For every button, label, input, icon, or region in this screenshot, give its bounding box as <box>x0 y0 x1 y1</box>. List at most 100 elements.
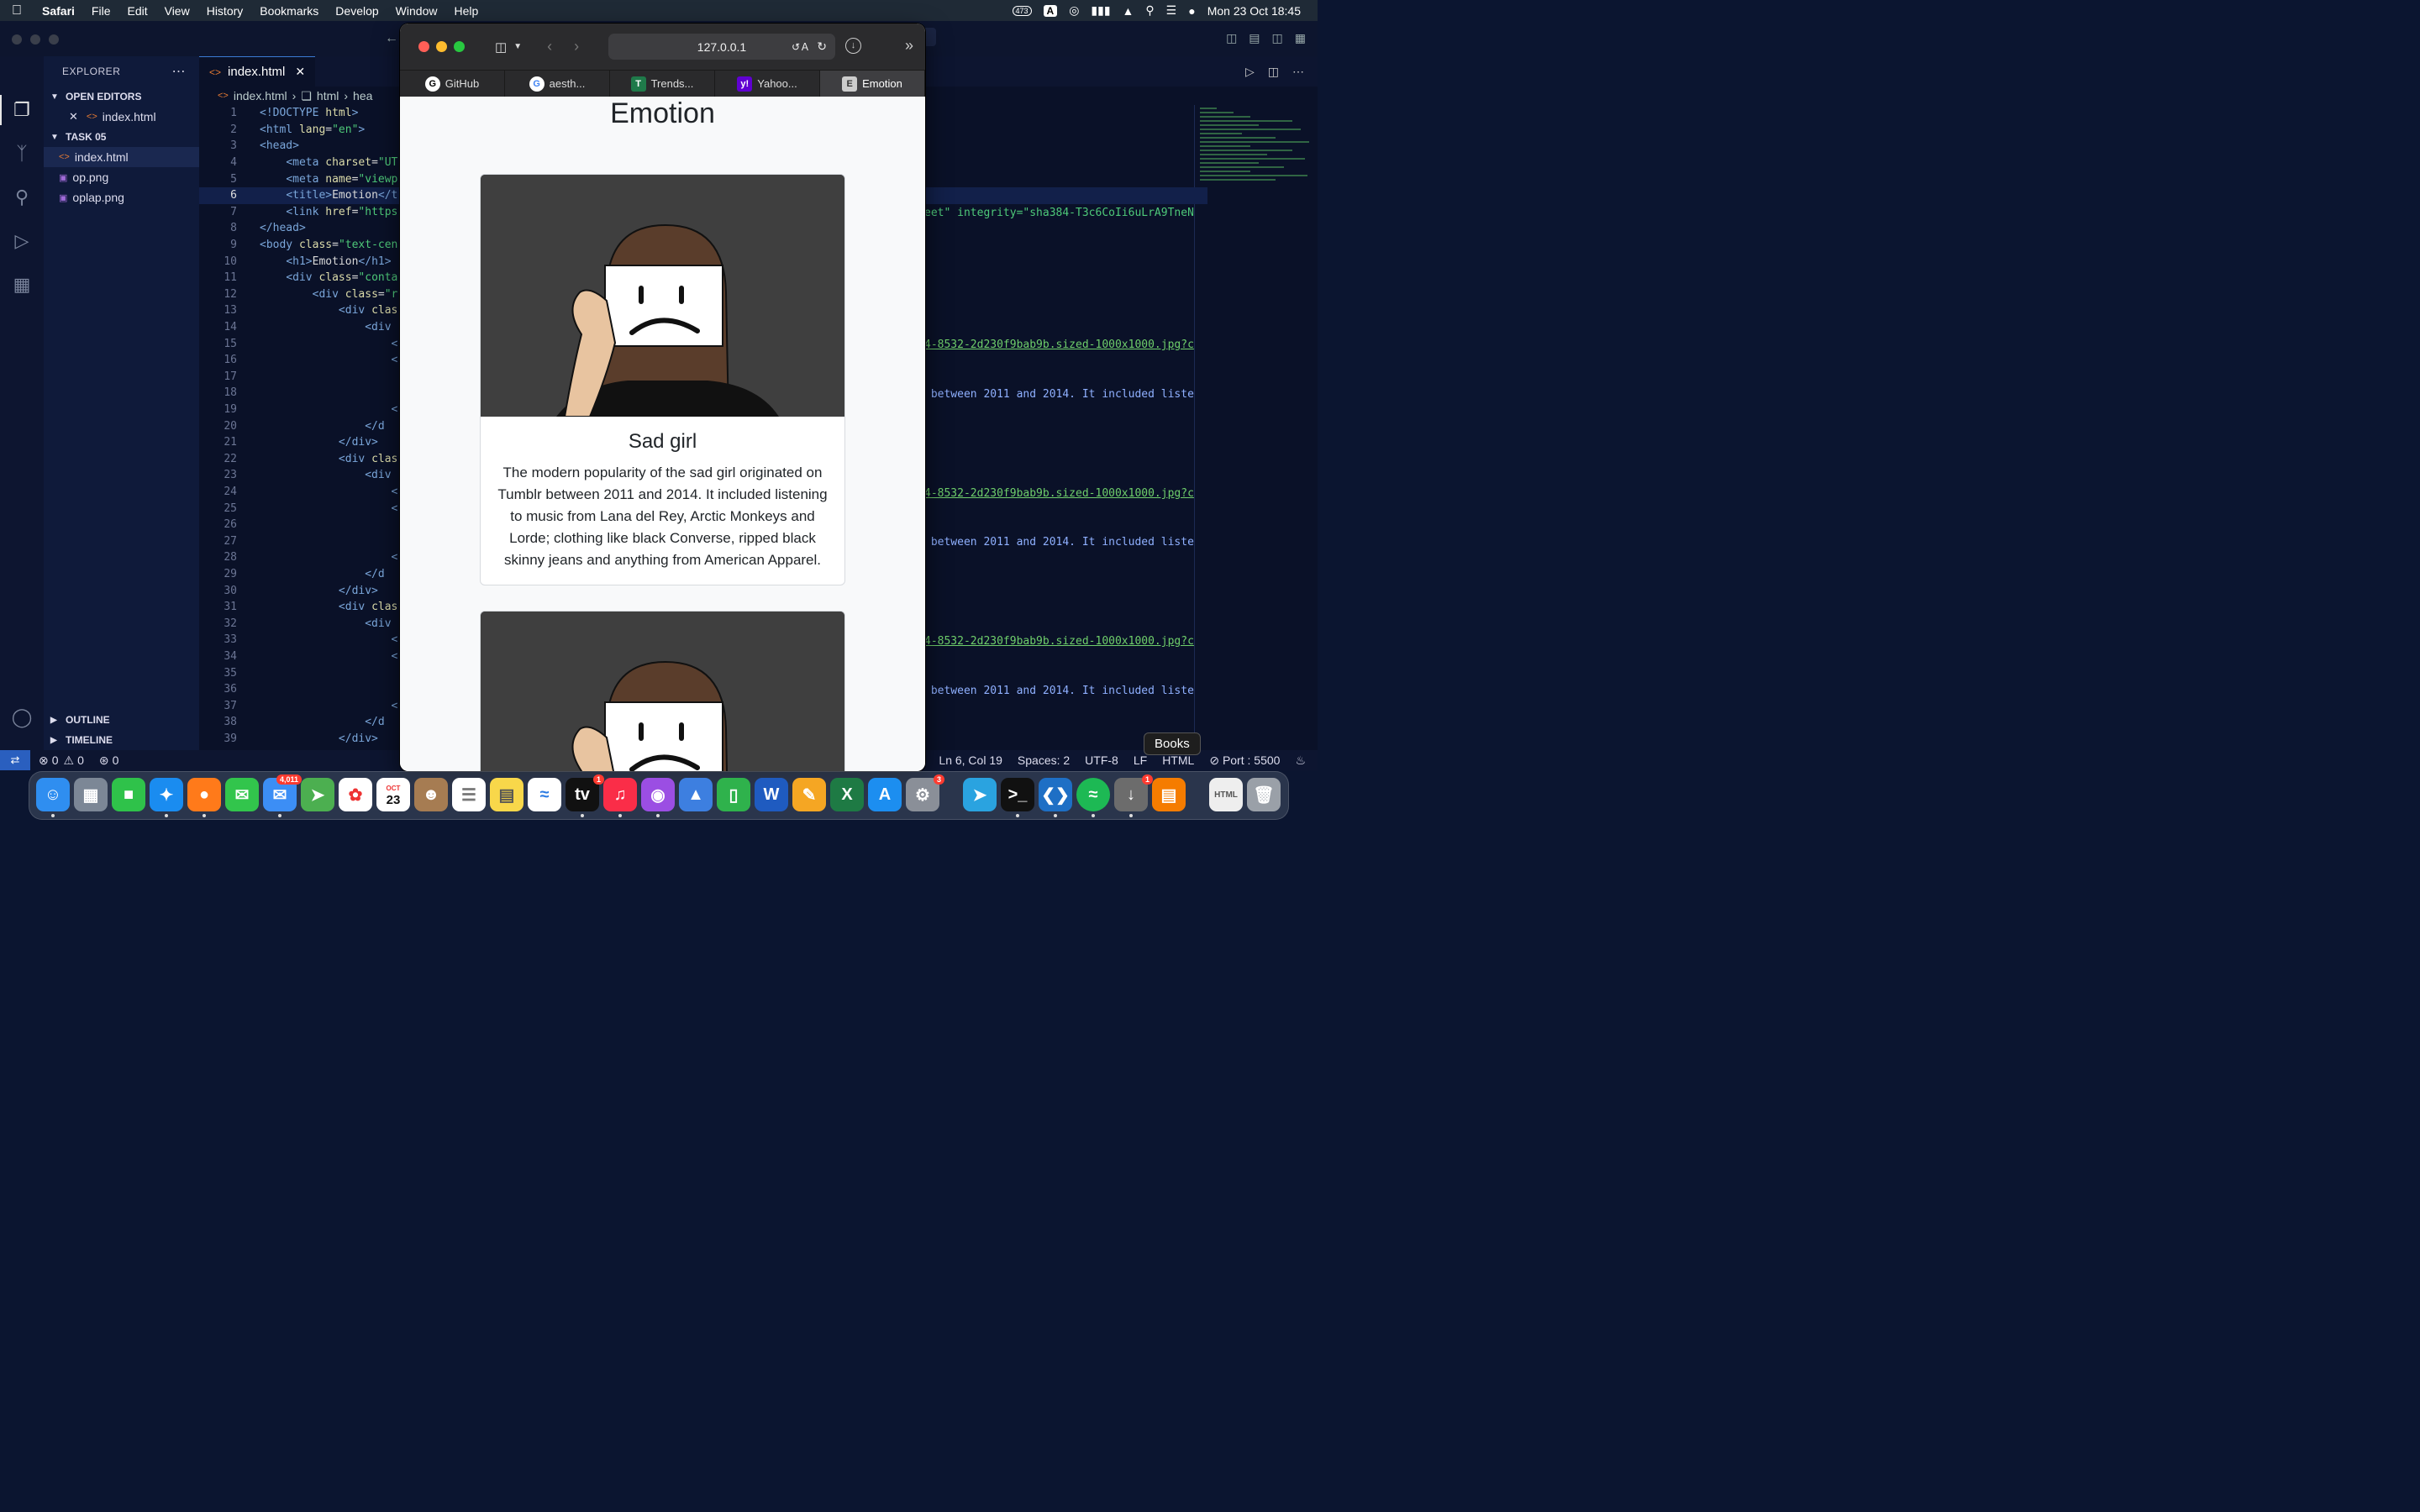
word-icon[interactable]: W <box>755 778 788 811</box>
menu-app-name[interactable]: Safari <box>34 4 83 18</box>
show-more-icon[interactable]: » <box>905 37 913 55</box>
url-snippet[interactable]: 4-8532-2d230f9bab9b.sized-1000x1000.jpg?… <box>924 487 1194 500</box>
source-control-icon[interactable]: ᛉ <box>10 142 34 165</box>
books-icon[interactable]: ▤ <box>1152 778 1186 811</box>
vscode-icon[interactable]: ❮❯ <box>1039 778 1072 817</box>
url-snippet[interactable]: 4-8532-2d230f9bab9b.sized-1000x1000.jpg?… <box>924 339 1194 351</box>
system-settings-icon[interactable]: ⚙ 3 <box>906 774 944 811</box>
live-server-port[interactable]: ⊘ Port : 5500 <box>1209 753 1280 768</box>
breadcrumb-file[interactable]: index.html <box>234 89 287 102</box>
breadcrumb-html[interactable]: html <box>317 89 339 102</box>
chevron-down-icon[interactable]: ▼ <box>513 42 522 51</box>
file-item-index[interactable]: <> index.html <box>44 147 199 167</box>
music-icon[interactable]: ♫ <box>603 778 637 817</box>
reload-icon[interactable]: ↻ <box>817 39 827 54</box>
customize-layout-icon[interactable]: ▦ <box>1295 31 1306 45</box>
open-editors-section[interactable]: ▼ OPEN EDITORS <box>44 87 199 107</box>
zoom-window-button[interactable] <box>454 41 465 52</box>
errors-icon[interactable]: ⊗ <box>39 753 49 768</box>
finder-icon[interactable]: ☺ <box>36 778 70 817</box>
notifications-bell-icon[interactable]: ♨ <box>1295 753 1306 768</box>
menu-develop[interactable]: Develop <box>327 4 387 18</box>
indentation[interactable]: Spaces: 2 <box>1018 753 1070 768</box>
tab-index-html[interactable]: <> index.html ✕ <box>199 56 316 87</box>
menu-window[interactable]: Window <box>387 4 446 18</box>
close-icon[interactable]: ✕ <box>69 110 78 123</box>
split-editor-icon[interactable]: ◫ <box>1268 65 1279 79</box>
apple-tv-icon[interactable]: tv 1 <box>566 774 604 817</box>
toggle-secondary-sidebar-icon[interactable]: ◫ <box>1272 31 1283 45</box>
menu-view[interactable]: View <box>156 4 198 18</box>
error-count[interactable]: 0 <box>52 753 59 767</box>
address-bar[interactable]: 127.0.0.1 ↺Ａ ↻ <box>608 34 835 60</box>
maps-icon[interactable]: ➤ <box>301 778 334 811</box>
calendar-icon[interactable]: OCT 23 <box>376 778 410 811</box>
podcasts-icon[interactable]: ◉ <box>641 778 675 817</box>
minimap[interactable] <box>1195 105 1318 256</box>
close-window-button[interactable] <box>12 34 22 45</box>
explorer-icon[interactable]: ❐ <box>10 98 34 122</box>
toggle-panel-icon[interactable]: ▤ <box>1249 31 1260 45</box>
wifi-icon[interactable]: ▲ <box>1123 4 1134 18</box>
keynote-icon[interactable]: ▲ <box>679 778 713 811</box>
sidebar-toggle-icon[interactable]: ◫ <box>495 39 507 55</box>
messages-icon[interactable]: ✉ <box>225 778 259 811</box>
more-actions-icon[interactable]: ⋯ <box>1292 65 1304 79</box>
language-mode[interactable]: HTML <box>1162 753 1194 768</box>
input-source-icon[interactable]: A <box>1043 4 1058 17</box>
folder-section[interactable]: ▼ TASK 05 <box>44 127 199 147</box>
minimize-window-button[interactable] <box>436 41 447 52</box>
airdrop-icon[interactable]: ◎ <box>1069 3 1079 18</box>
ports-icon[interactable]: ⊛ <box>99 753 109 768</box>
photos-icon[interactable]: ✿ <box>339 778 372 811</box>
menu-edit[interactable]: Edit <box>118 4 155 18</box>
encoding[interactable]: UTF-8 <box>1085 753 1118 768</box>
siri-icon[interactable]: ● <box>1188 4 1195 18</box>
forward-icon[interactable]: › <box>574 38 579 55</box>
command-center[interactable] <box>924 28 936 46</box>
menu-clock[interactable]: Mon 23 Oct 18:45 <box>1207 4 1301 18</box>
tab-trends[interactable]: T Trends... <box>610 71 715 97</box>
control-center-icon[interactable]: ☰ <box>1166 3 1177 18</box>
trash-icon[interactable]: 🗑 <box>1247 778 1281 811</box>
extensions-icon[interactable]: ▦ <box>10 273 34 297</box>
ports-count[interactable]: 0 <box>113 753 119 767</box>
zoom-window-button[interactable] <box>49 34 59 45</box>
menu-help[interactable]: Help <box>445 4 487 18</box>
menu-bookmarks[interactable]: Bookmarks <box>251 4 327 18</box>
downloads-icon[interactable]: ↓ <box>845 38 861 54</box>
run-debug-icon[interactable]: ▷ <box>10 229 34 253</box>
url-snippet[interactable]: 4-8532-2d230f9bab9b.sized-1000x1000.jpg?… <box>924 635 1194 648</box>
translate-icon[interactable]: ↺Ａ <box>792 39 810 54</box>
file-item-oplap[interactable]: ▣ oplap.png <box>44 187 199 207</box>
open-editor-item[interactable]: ✕ <> index.html <box>44 107 199 127</box>
search-icon[interactable]: ⚲ <box>10 186 34 209</box>
apple-menu-icon[interactable]:  <box>0 3 34 18</box>
freeform-icon[interactable]: ≈ <box>528 778 561 811</box>
back-arrow-icon[interactable]: ← <box>385 31 398 46</box>
timeline-section[interactable]: ▶ TIMELINE <box>44 730 199 750</box>
telegram-icon[interactable]: ➤ <box>963 778 997 811</box>
firefox-icon[interactable]: ● <box>187 778 221 817</box>
more-actions-icon[interactable]: ⋯ <box>172 63 187 80</box>
close-tab-icon[interactable]: ✕ <box>295 65 305 79</box>
toggle-sidebar-icon[interactable]: ◫ <box>1226 31 1237 45</box>
numbers-icon[interactable]: ▯ <box>717 778 750 811</box>
cursor-position[interactable]: Ln 6, Col 19 <box>939 753 1002 768</box>
safari-icon[interactable]: ✦ <box>150 778 183 817</box>
account-icon[interactable]: ◯ <box>10 706 34 729</box>
mail-icon[interactable]: ✉ 4,011 <box>263 774 302 817</box>
tab-yahoo[interactable]: y! Yahoo... <box>715 71 820 97</box>
breadcrumb-head[interactable]: hea <box>353 89 372 102</box>
tab-emotion[interactable]: E Emotion <box>820 71 925 97</box>
html-document-icon[interactable]: HTML <box>1209 778 1243 811</box>
launchpad-icon[interactable]: ▦ <box>74 778 108 811</box>
remote-icon[interactable]: ⇄ <box>0 750 30 770</box>
terminal-icon[interactable]: >_ <box>1001 778 1034 817</box>
app-store-icon[interactable]: A <box>868 778 902 811</box>
minimize-window-button[interactable] <box>30 34 40 45</box>
end-of-line[interactable]: LF <box>1134 753 1147 768</box>
installer-icon[interactable]: ↓ 1 <box>1114 774 1153 817</box>
menu-file[interactable]: File <box>83 4 119 18</box>
outline-section[interactable]: ▶ OUTLINE <box>44 710 199 730</box>
